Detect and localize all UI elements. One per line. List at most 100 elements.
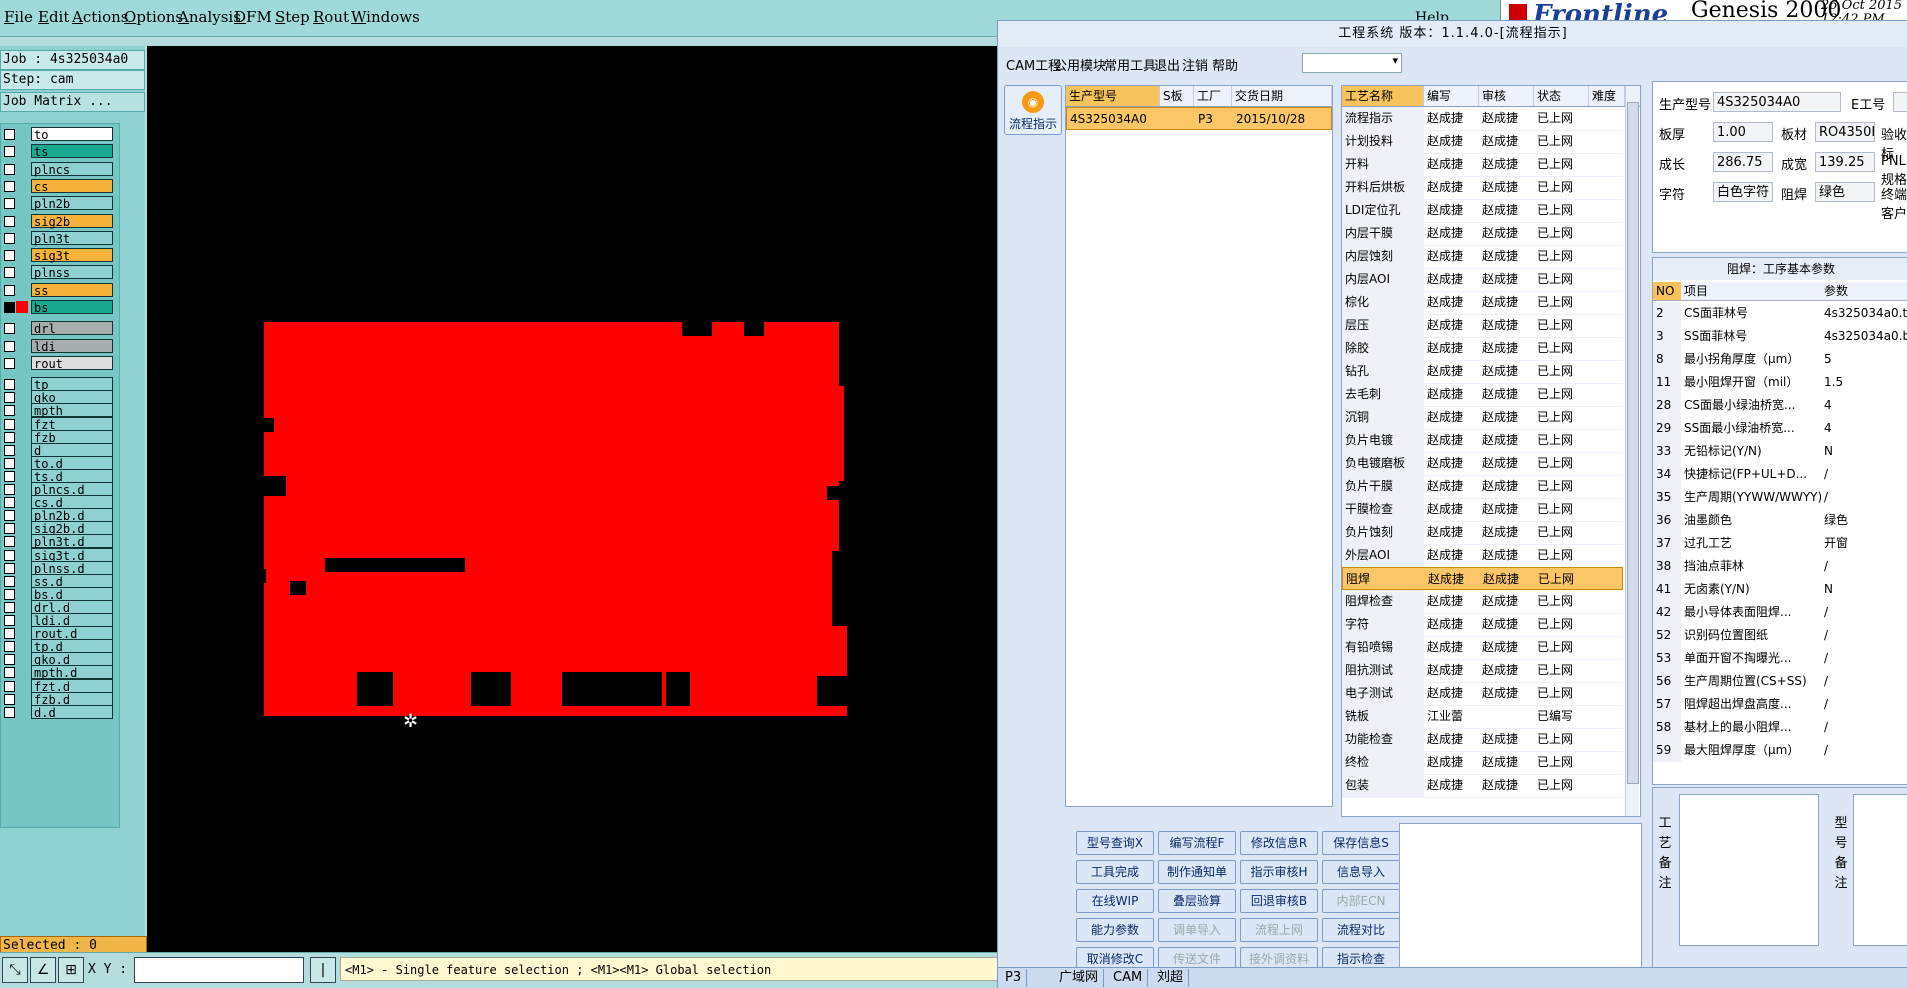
layer-checkbox[interactable] [4,129,15,140]
action-button-1[interactable]: 编写流程F [1158,831,1236,855]
layer-checkbox[interactable] [4,693,15,705]
layer-row-sig2b[interactable]: sig2b [1,213,117,229]
info-icon[interactable]: | [310,957,336,983]
layer-checkbox[interactable] [4,497,15,509]
process-row[interactable]: 内层AOI 赵成捷 赵成捷 已上网 [1342,268,1623,292]
process-header-2[interactable]: 审核 [1479,86,1534,106]
menu-options[interactable]: Options [124,8,183,26]
layer-checkbox[interactable] [4,418,15,430]
layer-row-to[interactable]: to [1,127,117,142]
layer-row-drl[interactable]: drl [1,321,117,336]
menu-windows[interactable]: Windows [351,8,420,26]
process-row[interactable]: 阻焊 赵成捷 赵成捷 已上网 [1342,567,1623,590]
layer-checkbox[interactable] [4,302,15,313]
layer-checkbox[interactable] [4,536,15,548]
statusbar-item-0[interactable]: P3 [1000,969,1028,987]
action-button-4[interactable]: 工具完成 [1076,860,1154,884]
layer-checkbox[interactable] [4,575,15,587]
model-note-textarea[interactable] [1853,794,1907,946]
job-header-0[interactable]: 生产型号 [1066,86,1160,106]
layer-checkbox[interactable] [4,323,15,335]
param-row[interactable]: 35 生产周期(YYWW/WWYY) / [1653,486,1907,509]
layer-checkbox[interactable] [4,484,15,495]
layer-row-d.d[interactable]: d.d [1,704,117,720]
layer-checkbox[interactable] [4,549,15,561]
param-row[interactable]: 3 SS面菲林号 4s325034a0.b [1653,325,1907,348]
job-header-3[interactable]: 交货日期 [1232,86,1332,106]
menu-dfm[interactable]: DFM [234,8,272,26]
statusbar-item-1[interactable]: 广域网 [1054,969,1105,987]
process-row[interactable]: 负片干膜 赵成捷 赵成捷 已上网 [1342,475,1623,499]
process-row[interactable]: 铣板 江业蕾 已编写 [1342,705,1623,729]
action-button-12[interactable]: 能力参数 [1076,918,1154,942]
process-row[interactable]: 包装 赵成捷 赵成捷 已上网 [1342,774,1623,798]
layer-checkbox[interactable] [4,284,15,296]
menu-actions[interactable]: Actions [72,8,128,26]
menu-analysis[interactable]: Analysis [178,8,241,26]
param-row[interactable]: 11 最小阻焊开窗（mil） 1.5 [1653,371,1907,394]
layer-checkbox[interactable] [4,392,15,404]
layer-checkbox[interactable] [4,405,15,417]
process-row[interactable]: 开料后烘板 赵成捷 赵成捷 已上网 [1342,176,1623,200]
process-header-0[interactable]: 工艺名称 [1342,86,1424,106]
process-row[interactable]: 层压 赵成捷 赵成捷 已上网 [1342,314,1623,338]
job-header-2[interactable]: 工厂 [1194,86,1232,106]
layer-checkbox[interactable] [4,588,15,600]
thickness-field[interactable]: 1.00 [1713,122,1773,142]
process-row[interactable]: 内层蚀刻 赵成捷 赵成捷 已上网 [1342,245,1623,269]
action-button-6[interactable]: 指示审核H [1240,860,1318,884]
process-row[interactable]: 负片蚀刻 赵成捷 赵成捷 已上网 [1342,521,1623,545]
layer-checkbox[interactable] [4,470,15,482]
layer-checkbox[interactable] [4,198,15,210]
job-header-1[interactable]: S板 [1160,86,1194,106]
layer-checkbox[interactable] [4,232,15,244]
xy-coordinate-input[interactable] [134,957,304,983]
param-row[interactable]: 8 最小拐角厚度（μm） 5 [1653,348,1907,371]
dialog-menu-3[interactable]: 退出 [1154,55,1180,74]
layer-row-sig3t[interactable]: sig3t [1,248,117,263]
param-row[interactable]: 36 油墨颜色 绿色 [1653,509,1907,532]
dialog-menu-1[interactable]: 公用模块 [1054,55,1106,74]
layer-checkbox[interactable] [4,680,15,692]
param-row[interactable]: 38 挡油点菲林 / [1653,555,1907,578]
layer-checkbox[interactable] [4,457,15,469]
process-header-1[interactable]: 编写 [1424,86,1479,106]
param-row[interactable]: 33 无铅标记(Y/N) N [1653,440,1907,463]
scroll-thumb[interactable] [1627,102,1639,784]
mask-field[interactable]: 绿色 [1815,182,1875,202]
statusbar-item-3[interactable]: 刘超 [1152,969,1190,987]
layer-checkbox[interactable] [4,706,15,718]
process-row[interactable]: 外层AOI 赵成捷 赵成捷 已上网 [1342,544,1623,568]
action-button-8[interactable]: 在线WIP [1076,889,1154,913]
layer-row-plnss[interactable]: plnss [1,265,117,280]
process-row[interactable]: 计划投料 赵成捷 赵成捷 已上网 [1342,130,1623,154]
process-row[interactable]: 开料 赵成捷 赵成捷 已上网 [1342,153,1623,177]
dialog-menu-2[interactable]: 常用工具 [1104,55,1156,74]
process-row[interactable]: 负电镀磨板 赵成捷 赵成捷 已上网 [1342,452,1623,476]
process-row[interactable]: 内层干膜 赵成捷 赵成捷 已上网 [1342,222,1623,246]
dialog-menu-4[interactable]: 注销 [1182,55,1208,74]
layer-checkbox[interactable] [4,641,15,653]
layer-checkbox[interactable] [4,615,15,626]
menu-step[interactable]: Step [275,8,310,26]
param-row[interactable]: 41 无卤素(Y/N) N [1653,578,1907,601]
statusbar-item-2[interactable]: CAM [1108,969,1149,987]
process-row[interactable]: 流程指示 赵成捷 赵成捷 已上网 [1342,107,1623,131]
length-field[interactable]: 286.75 [1713,152,1773,172]
job-matrix-button[interactable]: Job Matrix ... [0,92,145,112]
param-row[interactable]: 42 最小导体表面阻焊... / [1653,601,1907,624]
param-row[interactable]: 58 基材上的最小阻焊... / [1653,716,1907,739]
action-button-3[interactable]: 保存信息S [1322,831,1400,855]
process-row[interactable]: 钻孔 赵成捷 赵成捷 已上网 [1342,360,1623,384]
action-button-5[interactable]: 制作通知单 [1158,860,1236,884]
dialog-toolbar-combo[interactable] [1302,53,1402,73]
param-row[interactable]: 53 单面开窗不掏曝光... / [1653,647,1907,670]
action-button-10[interactable]: 回退审核B [1240,889,1318,913]
layer-checkbox[interactable] [4,250,15,262]
dialog-menu-5[interactable]: 帮助 [1212,55,1238,74]
menu-edit[interactable]: Edit [38,8,69,26]
param-row[interactable]: 56 生产周期位置(CS+SS) / [1653,670,1907,693]
layer-checkbox[interactable] [4,180,15,192]
layer-checkbox[interactable] [4,431,15,443]
process-row[interactable]: 功能检查 赵成捷 赵成捷 已上网 [1342,728,1623,752]
